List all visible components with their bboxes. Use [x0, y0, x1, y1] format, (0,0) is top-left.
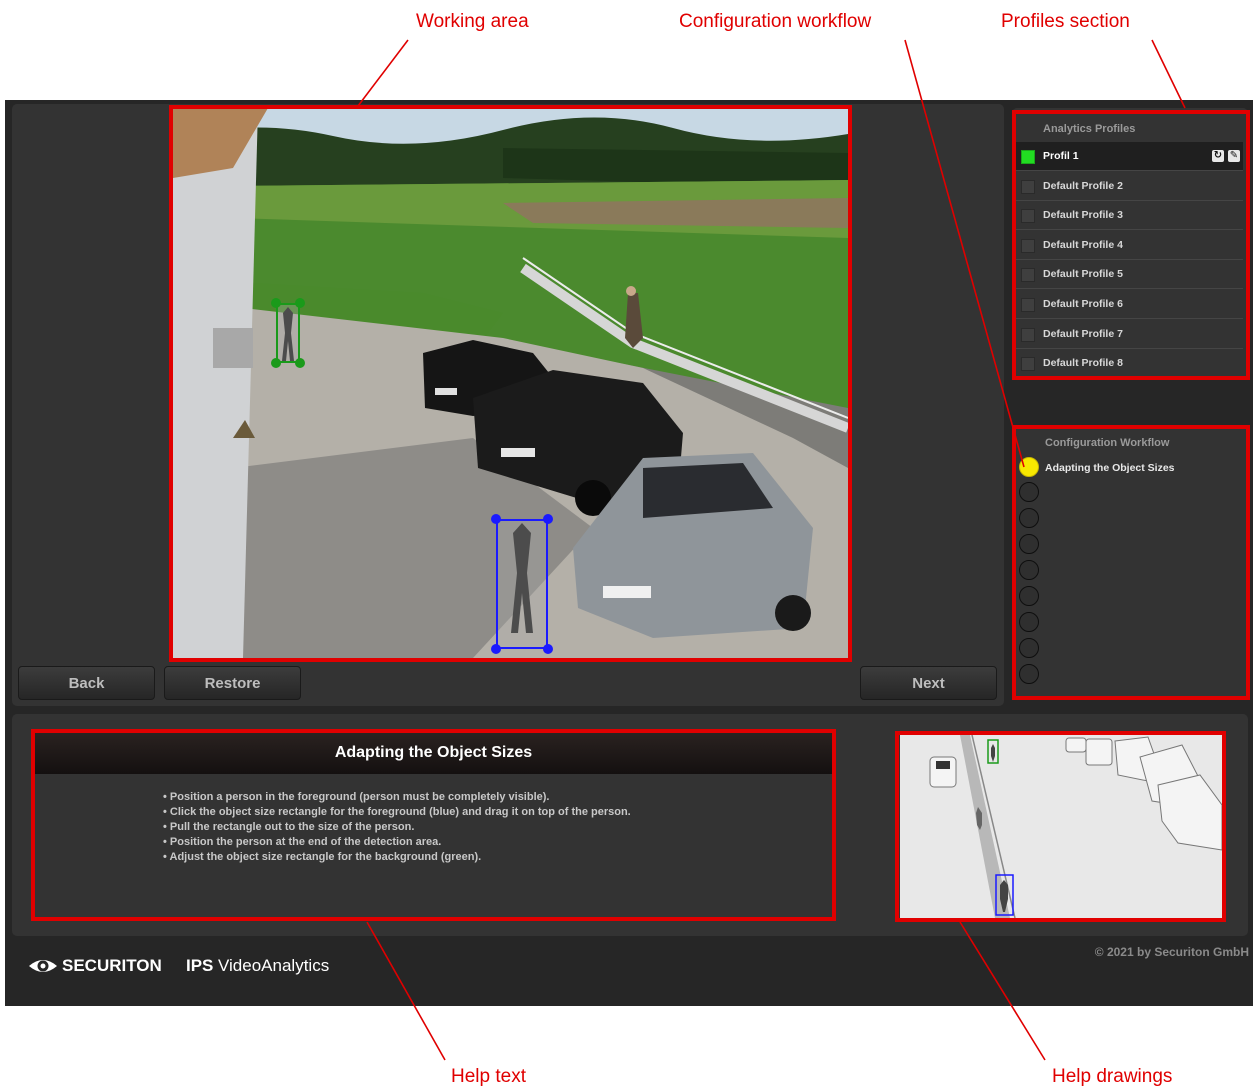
profile-item[interactable]: Default Profile 6: [1015, 290, 1243, 319]
annotation-help-text: Help text: [451, 1066, 526, 1087]
annotation-configuration-workflow: Configuration workflow: [679, 11, 872, 32]
help-item: Click the object size rectangle for the …: [163, 805, 631, 820]
help-header: Adapting the Object Sizes: [35, 733, 832, 774]
profile-status-indicator[interactable]: [1021, 209, 1035, 224]
profile-label: Default Profile 4: [1043, 238, 1123, 251]
annotation-profiles-section: Profiles section: [1001, 11, 1130, 32]
help-item: Pull the rectangle out to the size of th…: [163, 820, 631, 835]
profile-item[interactable]: Default Profile 8: [1015, 349, 1243, 379]
profile-status-indicator[interactable]: [1021, 150, 1035, 164]
profile-status-indicator[interactable]: [1021, 179, 1035, 194]
workflow-step[interactable]: [1019, 612, 1039, 632]
profile-item[interactable]: Default Profile 2: [1015, 172, 1243, 201]
profile-label: Default Profile 6: [1043, 298, 1123, 310]
brand-securiton: SECURITON: [62, 956, 162, 975]
help-drawing: [900, 735, 1222, 918]
workflow-title: Configuration Workflow: [1045, 437, 1170, 449]
profile-label: Default Profile 5: [1043, 268, 1123, 281]
profile-label: Default Profile 2: [1043, 179, 1123, 192]
workflow-step-label: Adapting the Object Sizes: [1045, 462, 1175, 474]
eye-logo-icon: [29, 960, 57, 972]
help-item: Position a person in the foreground (per…: [163, 790, 631, 805]
workflow-step[interactable]: [1019, 482, 1039, 502]
help-text-panel: Adapting the Object Sizes Position a per…: [35, 733, 832, 918]
profile-item[interactable]: Default Profile 5: [1015, 260, 1243, 290]
back-button[interactable]: Back: [18, 666, 155, 700]
profile-status-indicator[interactable]: [1021, 357, 1035, 372]
workflow-step[interactable]: [1019, 560, 1039, 580]
brand-ips: IPS: [186, 956, 214, 975]
profile-item[interactable]: Default Profile 7: [1015, 320, 1243, 349]
profile-item[interactable]: Default Profile 3: [1015, 201, 1243, 231]
profile-label: Default Profile 7: [1043, 327, 1123, 340]
edit-icon[interactable]: ✎: [1228, 150, 1240, 162]
help-item: Position the person at the end of the de…: [163, 835, 631, 850]
profile-label: Default Profile 8: [1043, 357, 1123, 370]
profile-status-indicator[interactable]: [1021, 268, 1035, 283]
help-item: Adjust the object size rectangle for the…: [163, 850, 631, 865]
copyright: © 2021 by Securiton GmbH: [1094, 945, 1249, 959]
profile-status-indicator[interactable]: [1021, 238, 1035, 253]
workflow-step[interactable]: [1019, 534, 1039, 554]
help-list: Position a person in the foreground (per…: [163, 790, 631, 865]
profiles-title: Analytics Profiles: [1043, 123, 1136, 135]
brand-product: VideoAnalytics: [218, 956, 330, 975]
restore-button[interactable]: Restore: [164, 666, 301, 700]
workflow-step[interactable]: [1019, 664, 1039, 684]
annotation-help-drawings: Help drawings: [1052, 1066, 1173, 1087]
size-rectangle-handles[interactable]: [173, 108, 848, 658]
profile-status-indicator[interactable]: [1021, 298, 1035, 312]
help-title: Adapting the Object Sizes: [334, 744, 533, 761]
annotation-working-area: Working area: [416, 11, 529, 32]
workflow-step[interactable]: [1019, 508, 1039, 528]
camera-view[interactable]: [173, 108, 848, 658]
profile-status-indicator[interactable]: [1021, 327, 1035, 342]
profile-item[interactable]: Default Profile 4: [1015, 231, 1243, 260]
profile-item[interactable]: Profil 1 ↻ ✎: [1015, 142, 1243, 171]
next-button[interactable]: Next: [860, 666, 997, 700]
workflow-step[interactable]: [1019, 586, 1039, 606]
help-drawing-illustration: [900, 735, 1222, 918]
profile-label: Profil 1: [1043, 150, 1079, 162]
refresh-icon[interactable]: ↻: [1212, 150, 1224, 162]
workflow-step[interactable]: [1019, 638, 1039, 658]
profile-label: Default Profile 3: [1043, 209, 1123, 222]
workflow-step-current[interactable]: [1019, 457, 1039, 477]
